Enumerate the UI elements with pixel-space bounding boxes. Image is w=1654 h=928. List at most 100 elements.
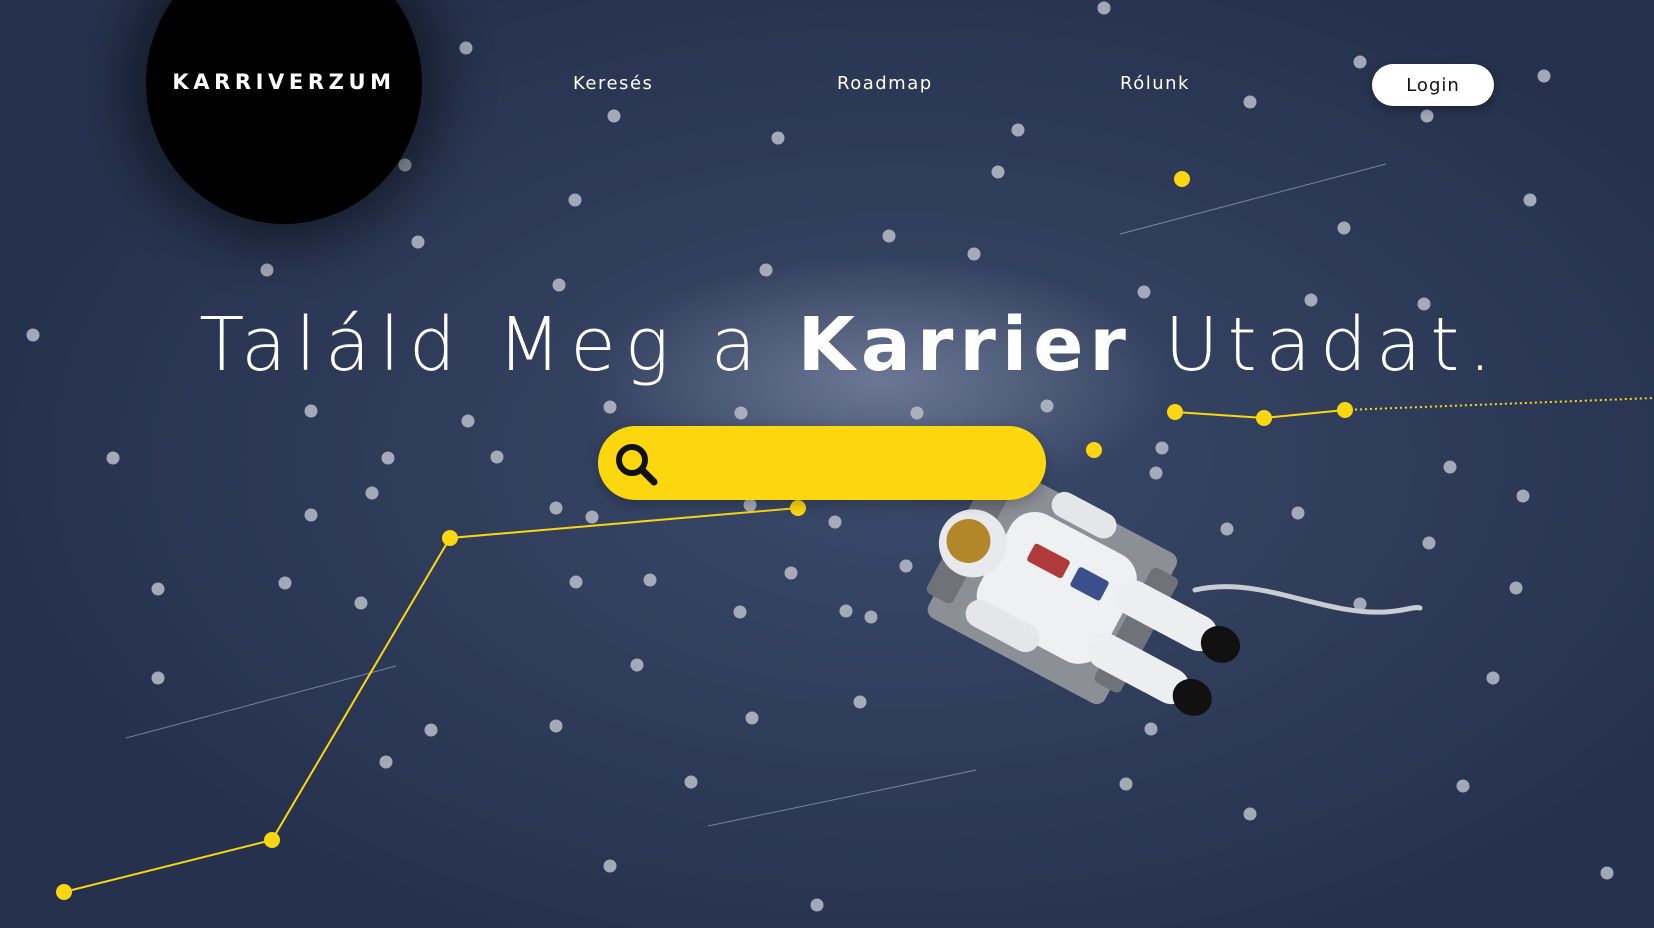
star xyxy=(1353,55,1367,69)
star xyxy=(569,575,583,589)
career-path-node xyxy=(442,530,458,546)
star xyxy=(910,406,924,420)
star xyxy=(106,451,120,465)
star xyxy=(354,596,368,610)
career-path-constellation xyxy=(56,171,1654,900)
star xyxy=(1011,123,1025,137)
shooting-star-line xyxy=(125,665,397,739)
star xyxy=(151,582,165,596)
star xyxy=(643,573,657,587)
hero-prefix: Találd Meg a xyxy=(199,302,766,388)
star xyxy=(1523,193,1537,207)
hero-suffix: Utadat. xyxy=(1164,302,1501,388)
star xyxy=(304,508,318,522)
star xyxy=(607,109,621,123)
star xyxy=(759,263,773,277)
star xyxy=(1243,807,1257,821)
star xyxy=(1220,522,1234,536)
star xyxy=(461,414,475,428)
star xyxy=(882,229,896,243)
star xyxy=(810,898,824,912)
nav-link-roadmap[interactable]: Roadmap xyxy=(837,73,933,94)
star xyxy=(381,451,395,465)
star xyxy=(1137,285,1151,299)
star xyxy=(260,263,274,277)
star xyxy=(967,247,981,261)
star xyxy=(1537,69,1551,83)
search-icon[interactable] xyxy=(612,440,660,488)
star xyxy=(398,158,412,172)
star xyxy=(1062,595,1076,609)
nav-link-kereses[interactable]: Keresés xyxy=(573,73,653,94)
star xyxy=(552,278,566,292)
star xyxy=(304,404,318,418)
hero-section: KARRIVERZUM Keresés Roadmap Rólunk Login… xyxy=(0,0,1654,928)
star xyxy=(549,719,563,733)
star xyxy=(603,859,617,873)
star xyxy=(1486,671,1500,685)
star xyxy=(839,604,853,618)
star xyxy=(853,695,867,709)
star xyxy=(684,775,698,789)
star xyxy=(743,498,757,512)
star xyxy=(1443,460,1457,474)
star xyxy=(424,723,438,737)
hero-headline: Találd Meg a Karrier Utadat. xyxy=(120,308,1580,382)
career-path-dotted-line xyxy=(1344,397,1654,411)
career-path-node xyxy=(1337,402,1353,418)
star xyxy=(585,510,599,524)
login-button[interactable]: Login xyxy=(1372,64,1494,106)
star xyxy=(379,755,393,769)
star xyxy=(1516,489,1530,503)
star xyxy=(26,328,40,342)
shooting-star-line xyxy=(707,769,977,827)
star xyxy=(1456,779,1470,793)
star xyxy=(568,193,582,207)
star xyxy=(734,406,748,420)
star xyxy=(899,559,913,573)
star xyxy=(1291,506,1305,520)
nav-link-rolunk[interactable]: Rólunk xyxy=(1120,73,1190,94)
career-path-node xyxy=(1256,410,1272,426)
star xyxy=(1337,221,1351,235)
star xyxy=(1042,621,1056,635)
star xyxy=(991,165,1005,179)
star xyxy=(1155,441,1169,455)
career-path-line xyxy=(63,507,799,893)
star xyxy=(1600,866,1614,880)
star xyxy=(365,486,379,500)
star xyxy=(1243,95,1257,109)
search-bar[interactable] xyxy=(598,426,1046,500)
career-path-node xyxy=(1167,404,1183,420)
star xyxy=(603,400,617,414)
career-path-node xyxy=(790,500,806,516)
star xyxy=(1119,777,1133,791)
star xyxy=(1353,597,1367,611)
logo[interactable]: KARRIVERZUM xyxy=(146,70,422,94)
star xyxy=(278,576,292,590)
star xyxy=(745,711,759,725)
star xyxy=(864,610,878,624)
star xyxy=(459,41,473,55)
star xyxy=(630,658,644,672)
hero-highlight: Karrier xyxy=(797,302,1132,388)
search-input[interactable] xyxy=(670,438,1024,490)
star xyxy=(771,131,785,145)
star xyxy=(151,671,165,685)
star xyxy=(549,501,563,515)
star xyxy=(1420,109,1434,123)
star xyxy=(411,235,425,249)
career-path-node xyxy=(56,884,72,900)
star xyxy=(1144,722,1158,736)
star xyxy=(784,566,798,580)
star xyxy=(733,605,747,619)
star xyxy=(828,515,842,529)
star xyxy=(490,450,504,464)
career-path-node xyxy=(1174,171,1190,187)
star xyxy=(1422,536,1436,550)
star xyxy=(1040,399,1054,413)
career-path-node xyxy=(1086,442,1102,458)
star xyxy=(1149,466,1163,480)
career-path-node xyxy=(264,832,280,848)
star xyxy=(1097,1,1111,15)
